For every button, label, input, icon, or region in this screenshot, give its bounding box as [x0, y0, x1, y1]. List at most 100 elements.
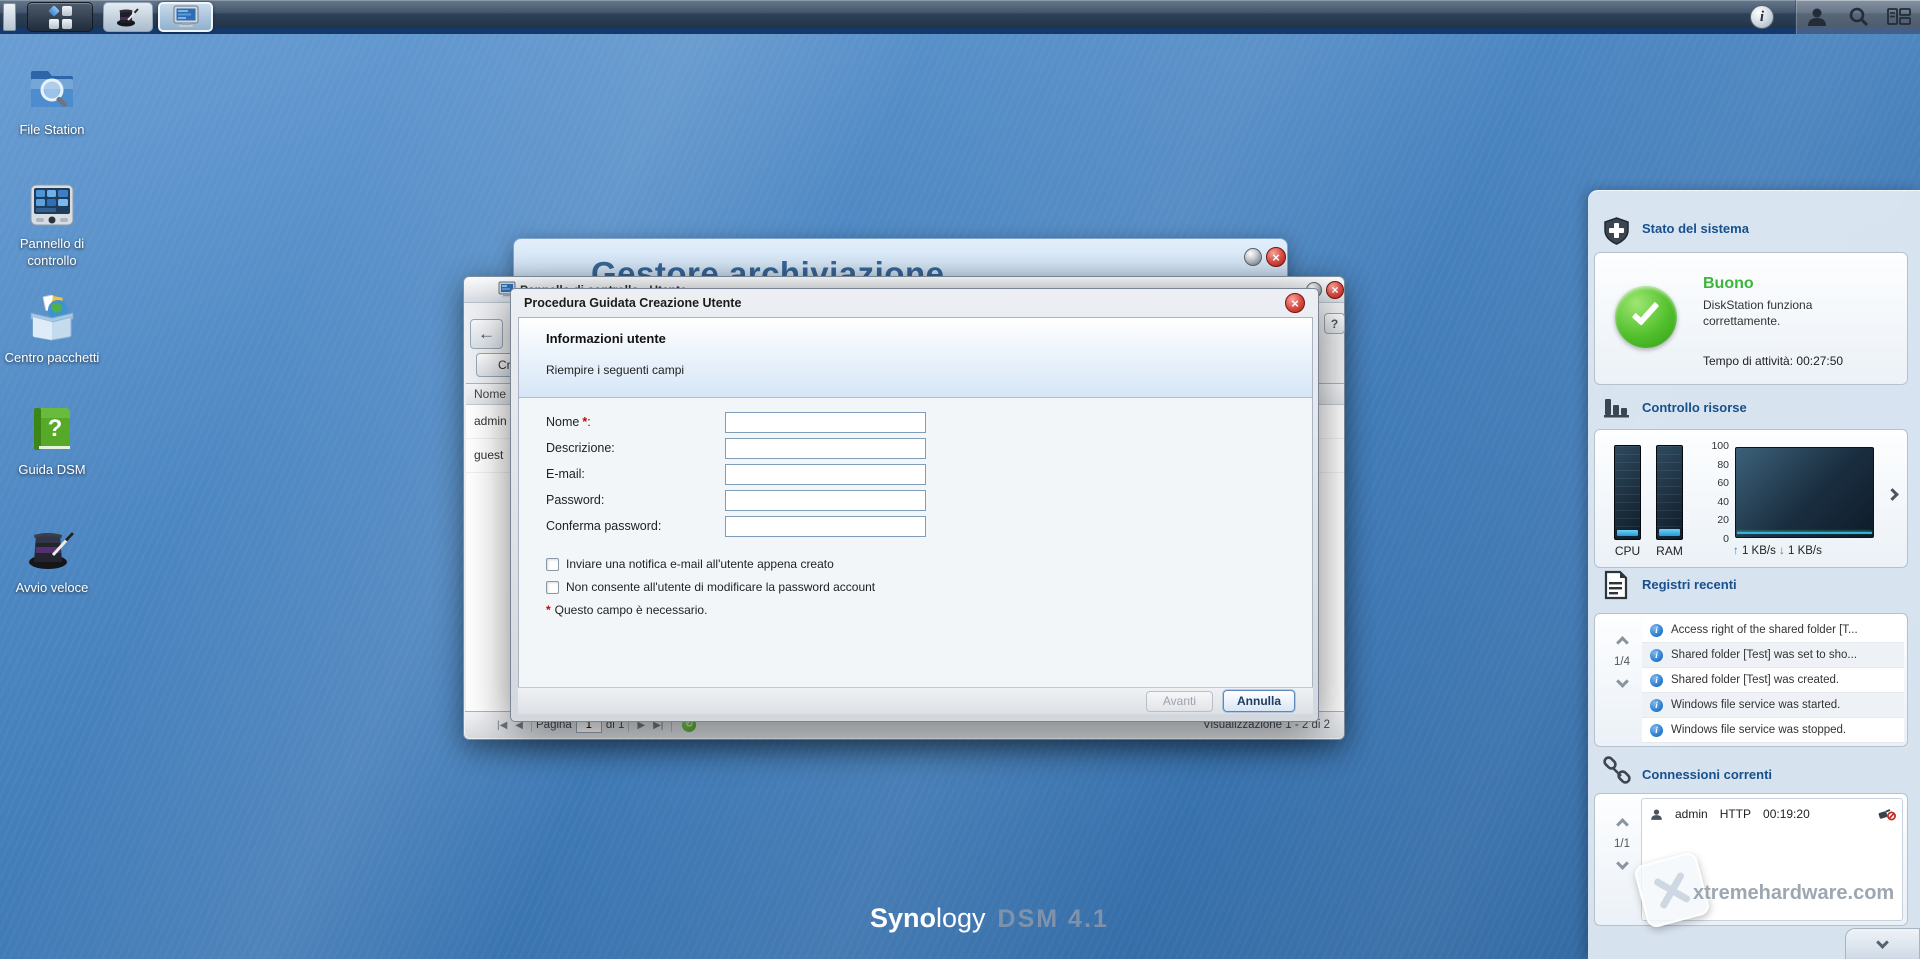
- disallow-password-change-label: Non consente all'utente di modificare la…: [566, 580, 876, 594]
- desktop-icon-label: Avvio veloce: [15, 580, 89, 595]
- connection-row[interactable]: admin HTTP 00:19:20: [1650, 804, 1896, 824]
- system-status-widget: Buono DiskStation funziona correttamente…: [1594, 252, 1908, 385]
- dialog-titlebar[interactable]: Procedura Guidata Creazione Utente ×: [511, 289, 1318, 317]
- axis-tick: 20: [1717, 514, 1729, 526]
- resource-monitor-widget: CPU RAM 100 80 60 40 20 0 ↑ 1 KB/s ↓ 1 K…: [1594, 429, 1908, 568]
- confirm-password-label: Conferma password:: [546, 519, 662, 533]
- notify-email-checkbox-row: Inviare una notifica e-mail all'utente a…: [546, 556, 834, 572]
- scroll-down-icon[interactable]: [1615, 675, 1629, 688]
- info-icon: i: [1650, 623, 1663, 637]
- close-icon[interactable]: ×: [1285, 293, 1305, 313]
- form-row-name: Nome *:: [519, 412, 1312, 436]
- back-button[interactable]: ←: [470, 319, 503, 349]
- watermark-text: xtremehardware.com: [1693, 882, 1895, 904]
- taskbar-storage-manager-button[interactable]: [158, 2, 213, 32]
- dialog-content: Informazioni utente Riempire i seguenti …: [518, 317, 1313, 689]
- axis-tick: 60: [1717, 477, 1729, 489]
- brand-text-bold: Syno: [870, 903, 937, 933]
- search-button[interactable]: [1844, 4, 1874, 30]
- log-entry[interactable]: i Access right of the shared folder [T...: [1642, 618, 1904, 643]
- recent-logs-title: Registri recenti: [1642, 577, 1737, 592]
- form-row-description: Descrizione:: [519, 438, 1312, 462]
- upload-value: 1 KB/s: [1741, 545, 1776, 557]
- scroll-down-icon[interactable]: [1615, 857, 1629, 870]
- password-label: Password:: [546, 493, 605, 507]
- ram-label: RAM: [1656, 544, 1683, 558]
- cpu-gauge: [1614, 445, 1641, 540]
- first-page-icon[interactable]: |◀: [497, 720, 507, 731]
- log-entry[interactable]: i Windows file service was started.: [1642, 693, 1904, 718]
- desktop-icon-package-center[interactable]: Centro pacchetti: [0, 294, 104, 367]
- password-field[interactable]: [725, 490, 926, 511]
- show-desktop-button[interactable]: [3, 3, 16, 31]
- chevron-right-icon[interactable]: [1886, 488, 1899, 501]
- cancel-button[interactable]: Annulla: [1223, 690, 1295, 712]
- desktop-icon-dsm-help[interactable]: ? Guida DSM: [0, 405, 104, 479]
- info-icon: i: [1650, 648, 1663, 662]
- desktop-icon-label: Centro pacchetti: [4, 350, 100, 365]
- wizard-heading: Informazioni utente: [546, 331, 666, 346]
- dsm-help-icon: ?: [34, 408, 70, 450]
- axis-tick: 0: [1723, 533, 1729, 545]
- desktop-icon-quick-start[interactable]: Avvio veloce: [0, 525, 104, 597]
- help-icon: ?: [1330, 316, 1339, 331]
- brand-text: logy: [936, 903, 986, 933]
- recent-logs-widget: 1/4 i Access right of the shared folder […: [1594, 613, 1908, 747]
- upload-arrow-icon: ↑: [1733, 545, 1739, 557]
- scroll-up-icon[interactable]: [1615, 636, 1629, 649]
- desktop-icon-control-panel[interactable]: Pannello di controllo: [0, 183, 104, 270]
- description-field[interactable]: [725, 438, 926, 459]
- disallow-password-change-checkbox[interactable]: [546, 580, 559, 594]
- log-entry[interactable]: i Windows file service was stopped.: [1642, 718, 1904, 743]
- info-icon: i: [1650, 723, 1663, 737]
- logs-page-indicator: 1/4: [1614, 656, 1630, 668]
- pilot-view-button[interactable]: [1884, 4, 1914, 30]
- close-icon[interactable]: ×: [1266, 247, 1286, 267]
- confirm-password-field[interactable]: [725, 516, 926, 537]
- connection-protocol: HTTP: [1719, 807, 1752, 821]
- download-arrow-icon: ↓: [1779, 545, 1785, 557]
- control-panel-icon: [30, 184, 74, 226]
- main-menu-button[interactable]: [27, 2, 93, 32]
- info-icon: i: [1759, 8, 1765, 25]
- required-asterisk: *: [546, 603, 551, 617]
- pilot-view-icon: [1887, 8, 1911, 25]
- help-button[interactable]: ?: [1324, 313, 1345, 334]
- user-icon: [1651, 808, 1662, 820]
- cpu-label: CPU: [1614, 544, 1641, 558]
- main-menu-icon: [47, 4, 72, 29]
- minimize-button[interactable]: [1244, 248, 1262, 266]
- axis-tick: 80: [1717, 459, 1729, 471]
- shield-icon: [1604, 217, 1629, 245]
- user-menu-button[interactable]: [1802, 4, 1832, 30]
- dialog-button-bar: Avanti Annulla: [518, 687, 1313, 714]
- quick-launch-button[interactable]: [103, 2, 153, 32]
- chevron-down-icon: [1876, 935, 1889, 949]
- name-field[interactable]: [725, 412, 926, 433]
- taskbar: i: [0, 0, 1920, 34]
- disconnect-icon[interactable]: [1878, 807, 1896, 821]
- log-entry[interactable]: i Shared folder [Test] was set to sho...: [1642, 643, 1904, 668]
- connection-user: admin: [1675, 807, 1708, 821]
- desktop-icon-label: Pannello di controllo: [19, 236, 85, 268]
- svg-text:?: ?: [48, 415, 63, 442]
- package-center-icon: [30, 294, 74, 341]
- desktop-icon-file-station[interactable]: File Station: [0, 63, 104, 139]
- next-button[interactable]: Avanti: [1145, 690, 1213, 712]
- resource-monitor-icon: [1604, 399, 1629, 418]
- email-field[interactable]: [725, 464, 926, 485]
- notify-email-checkbox[interactable]: [546, 557, 559, 571]
- scroll-up-icon[interactable]: [1615, 818, 1629, 831]
- form-row-email: E-mail:: [519, 464, 1312, 488]
- desktop: i File Station Pannello di controllo Cen…: [0, 0, 1920, 959]
- axis-tick: 40: [1717, 496, 1729, 508]
- desktop-icon-label: File Station: [19, 122, 85, 137]
- form-row-password: Password:: [519, 490, 1312, 514]
- log-entry[interactable]: i Shared folder [Test] was created.: [1642, 668, 1904, 693]
- widget-panel-collapse-tab[interactable]: [1845, 928, 1920, 959]
- wizard-subheading: Riempire i seguenti campi: [546, 363, 685, 377]
- info-button[interactable]: i: [1750, 5, 1774, 29]
- close-icon[interactable]: ×: [1326, 281, 1344, 299]
- uptime-value: 00:27:50: [1796, 354, 1844, 368]
- widget-panel: Stato del sistema Buono DiskStation funz…: [1588, 190, 1920, 959]
